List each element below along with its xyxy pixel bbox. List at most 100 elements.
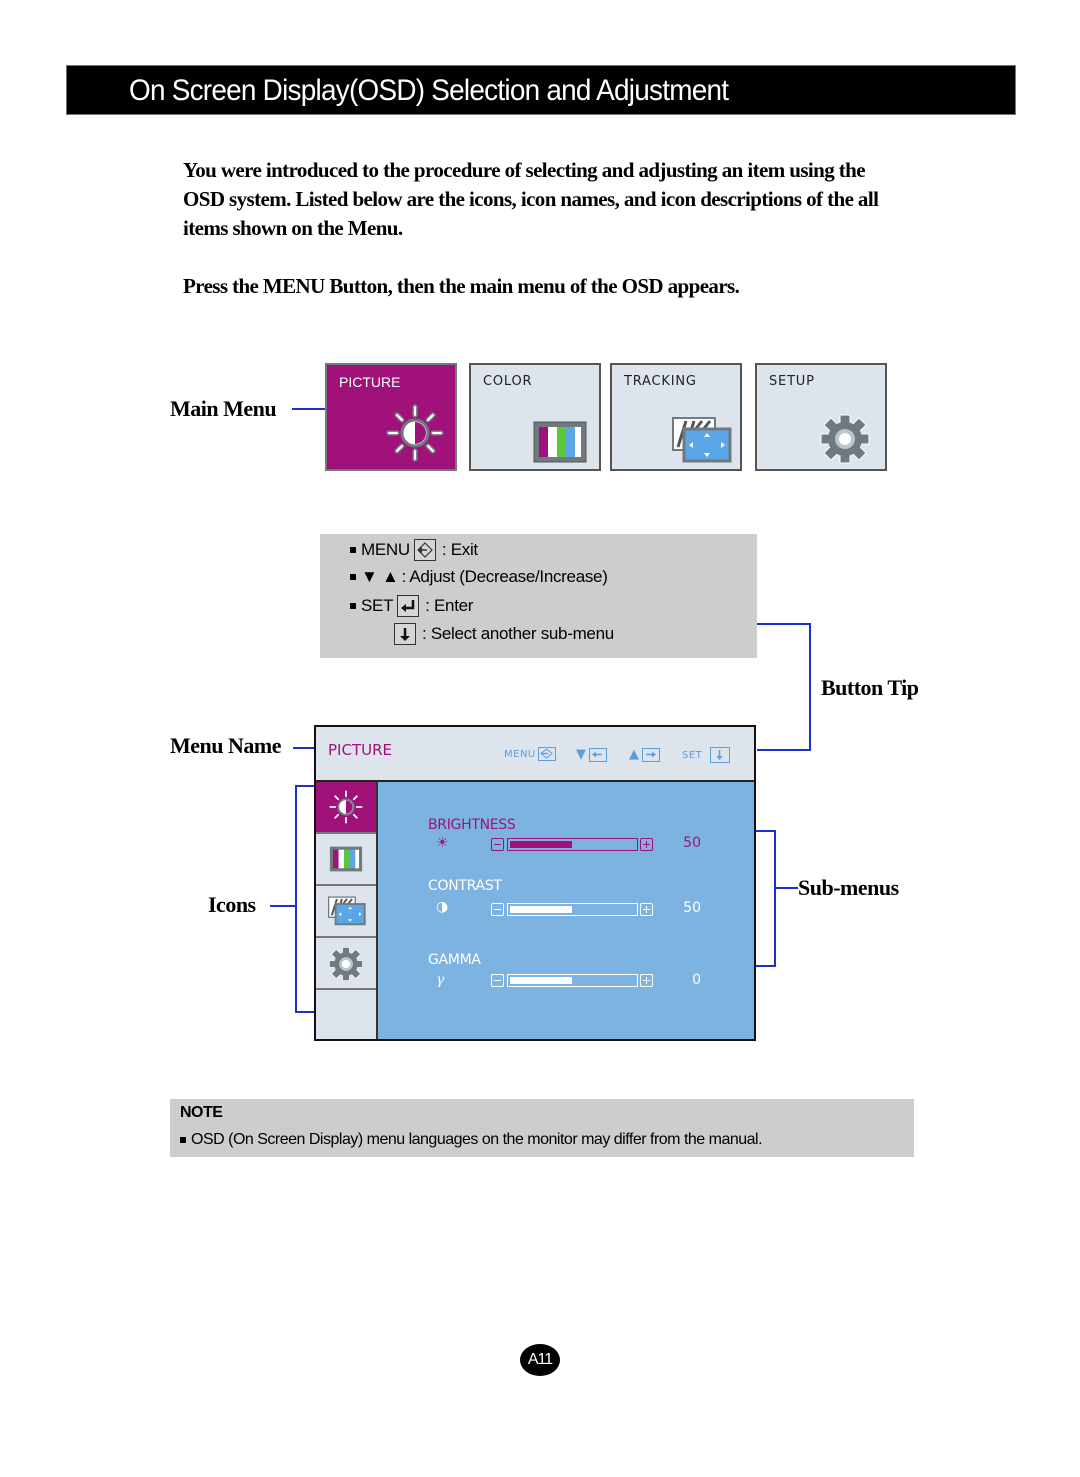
submenu-gamma-label: GAMMA — [428, 952, 481, 968]
gamma-value: 0 — [692, 972, 701, 988]
right-arrow-icon — [641, 747, 660, 762]
exit-icon — [537, 747, 556, 761]
up-triangle-icon: ▲ — [629, 747, 640, 762]
osd-icon-tracking[interactable] — [316, 886, 376, 938]
tile-label: COLOR — [483, 374, 533, 389]
main-menu-tile-tracking[interactable]: TRACKING — [610, 363, 742, 471]
increase-icon[interactable] — [640, 903, 653, 916]
slider-fill — [510, 906, 572, 913]
slider-track[interactable] — [507, 903, 638, 916]
tile-label: SETUP — [769, 374, 815, 389]
hint-decrease: ▼ — [576, 747, 607, 762]
slider-fill — [510, 841, 572, 848]
tip-text: : Select another sub-menu — [422, 624, 614, 643]
main-menu-tile-picture[interactable]: PICTURE — [325, 363, 457, 471]
brightness-slider[interactable] — [491, 838, 653, 851]
callout-line — [295, 785, 315, 787]
down-arrow-icon — [710, 747, 731, 763]
decrease-icon[interactable] — [491, 903, 504, 916]
main-menu-tile-color[interactable]: COLOR — [469, 363, 601, 471]
callout-main-menu: Main Menu — [170, 396, 277, 421]
callout-menu-name: Menu Name — [170, 733, 281, 758]
note-heading: NOTE — [180, 1104, 223, 1121]
brightness-icon — [329, 790, 363, 824]
bullet-icon — [350, 574, 356, 580]
submenu-contrast-label: CONTRAST — [428, 878, 502, 894]
tracking-icon — [328, 896, 366, 926]
callout-line — [809, 623, 811, 751]
callout-line — [774, 830, 776, 967]
sun-icon: ☀ — [436, 835, 449, 851]
submenu-brightness-label: BRIGHTNESS — [428, 817, 516, 833]
note-box: NOTE OSD (On Screen Display) menu langua… — [170, 1099, 914, 1157]
slider-track[interactable] — [507, 838, 638, 851]
slider-fill — [510, 977, 572, 984]
contrast-icon: ◑ — [436, 899, 449, 915]
brightness-value: 50 — [683, 835, 701, 851]
callout-sub-menus: Sub-menus — [798, 875, 899, 900]
button-tip-panel: MENU : Exit ▼ ▲ : Adjust (Decrease/Incre… — [320, 534, 757, 658]
callout-line — [292, 408, 326, 410]
section-title-bar: On Screen Display(OSD) Selection and Adj… — [66, 65, 1016, 115]
down-arrow-icon — [394, 623, 416, 645]
osd-screen: PICTURE MENU ▼ ▲ SET BRIGHTNESS ☀ 50 CON… — [314, 725, 756, 1041]
gamma-slider[interactable] — [491, 974, 653, 987]
hint-set: SET — [682, 747, 731, 763]
callout-line — [774, 887, 798, 889]
hint-set-label: SET — [682, 749, 703, 761]
gamma-icon: γ — [436, 972, 445, 988]
tip-row-adjust: ▼ ▲ : Adjust (Decrease/Increase) — [350, 567, 608, 587]
slider-track[interactable] — [507, 974, 638, 987]
intro-paragraph: You were introduced to the procedure of … — [183, 158, 879, 240]
instruction-text: Press the MENU Button, then the main men… — [183, 274, 740, 298]
callout-line — [270, 905, 296, 907]
tip-key: SET — [361, 596, 394, 615]
note-text-row: OSD (On Screen Display) menu languages o… — [180, 1131, 763, 1149]
hint-menu-label: MENU — [504, 748, 536, 760]
tip-row-enter: SET : Enter — [350, 595, 473, 617]
color-bars-icon — [533, 421, 587, 463]
down-up-triangles-icon: ▼ ▲ — [361, 567, 399, 586]
tip-text: : Adjust (Decrease/Increase) — [401, 567, 608, 586]
callout-line — [293, 747, 315, 749]
tip-text: : Exit — [441, 540, 478, 559]
increase-icon[interactable] — [640, 974, 653, 987]
down-triangle-icon: ▼ — [576, 747, 587, 762]
bullet-icon — [180, 1137, 186, 1143]
enter-icon — [397, 595, 420, 617]
section-title: On Screen Display(OSD) Selection and Adj… — [129, 74, 729, 107]
tip-key: MENU — [361, 540, 410, 559]
osd-icon-picture[interactable] — [316, 782, 376, 834]
osd-icon-column — [316, 782, 378, 1039]
gear-icon — [329, 947, 363, 981]
callout-line — [757, 623, 811, 625]
left-arrow-icon — [588, 747, 607, 762]
osd-header: PICTURE MENU ▼ ▲ SET — [316, 727, 754, 782]
exit-icon — [413, 539, 436, 561]
contrast-slider[interactable] — [491, 903, 653, 916]
decrease-icon[interactable] — [491, 974, 504, 987]
osd-menu-name: PICTURE — [328, 741, 392, 759]
tile-label: PICTURE — [339, 374, 401, 390]
page-number: A11 — [520, 1344, 560, 1376]
gear-icon — [820, 414, 870, 464]
tip-row-select: : Select another sub-menu — [390, 623, 614, 645]
tracking-icon — [672, 417, 732, 463]
tip-text: : Enter — [425, 596, 474, 615]
main-menu-tile-setup[interactable]: SETUP — [755, 363, 887, 471]
bullet-icon — [350, 603, 356, 609]
callout-line — [295, 785, 297, 1013]
bullet-icon — [350, 547, 356, 553]
increase-icon[interactable] — [640, 838, 653, 851]
callout-line — [757, 749, 811, 751]
callout-icons: Icons — [208, 892, 256, 917]
osd-icon-setup[interactable] — [316, 938, 376, 990]
callout-line — [756, 965, 776, 967]
hint-menu: MENU — [504, 747, 556, 761]
tile-label: TRACKING — [624, 374, 697, 389]
tip-row-exit: MENU : Exit — [350, 539, 478, 561]
decrease-icon[interactable] — [491, 838, 504, 851]
osd-icon-color[interactable] — [316, 834, 376, 886]
brightness-icon — [386, 404, 444, 462]
note-text: OSD (On Screen Display) menu languages o… — [191, 1131, 763, 1148]
